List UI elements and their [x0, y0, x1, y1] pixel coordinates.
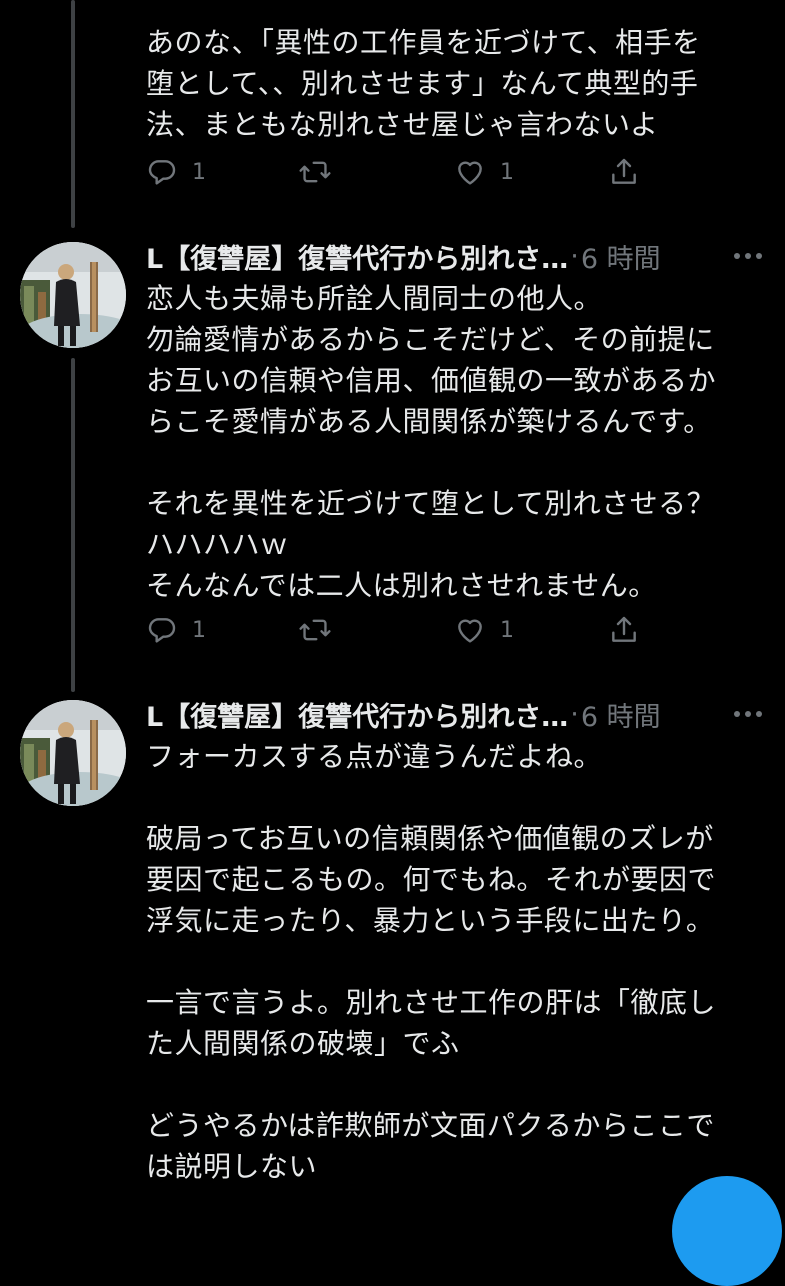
tweet-actions: 1 1	[146, 614, 646, 654]
share-button[interactable]	[608, 156, 640, 188]
compose-button[interactable]	[672, 1176, 782, 1286]
timestamp[interactable]: 6 時間	[581, 237, 661, 276]
tweet-text-line	[146, 442, 771, 483]
tweet-text-line: は説明しない	[146, 1150, 318, 1183]
tweet-1[interactable]: L【復讐屋】復讐代行から別れさ… · 6 時間 恋人も夫婦も所詮人間同士の他人。…	[0, 232, 785, 692]
tweet-text-line: 堕として、、別れさせます」なんて典型的手	[146, 67, 699, 100]
like-count: 1	[500, 617, 514, 643]
reply-button[interactable]: 1	[146, 156, 206, 188]
tweet-text-line: 一言で言うよ。別れさせ工作の肝は「徹底し	[146, 986, 717, 1019]
more-dots-icon[interactable]	[733, 252, 763, 260]
tweet-header: L【復讐屋】復讐代行から別れさ… · 6 時間	[146, 236, 763, 276]
more-dots-icon[interactable]	[733, 710, 763, 718]
avatar[interactable]	[20, 700, 126, 806]
tweet-text-line: それを異性を近づけて堕として別れさせる？	[146, 487, 716, 520]
tweet-text-line: ハハハハｗ	[146, 528, 289, 561]
tweet-header: L【復讐屋】復讐代行から別れさ… · 6 時間	[146, 694, 763, 734]
tweet-text-line: フォーカスする点が違うんだよね。	[146, 740, 603, 773]
separator: ·	[570, 698, 579, 730]
tweet-text-line: らこそ愛情がある人間関係が築けるんです。	[146, 405, 712, 438]
share-button[interactable]	[608, 614, 640, 646]
tweet-text: フォーカスする点が違うんだよね。 破局ってお互いの信頼関係や価値観のズレが 要因…	[146, 736, 771, 1187]
tweet-text-line	[146, 777, 771, 818]
reply-count: 1	[192, 617, 206, 643]
reply-button[interactable]: 1	[146, 614, 206, 646]
tweet-previous[interactable]: あのな、「異性の工作員を近づけて、相手を 堕として、、別れさせます」なんて典型的…	[0, 0, 785, 205]
tweet-text: 恋人も夫婦も所詮人間同士の他人。 勿論愛情があるからこそだけど、その前提に お互…	[146, 278, 771, 606]
like-button[interactable]: 1	[454, 156, 514, 188]
tweet-text-line: 浮気に走ったり、暴力という手段に出たり。	[146, 904, 715, 937]
timestamp[interactable]: 6 時間	[581, 695, 661, 734]
avatar[interactable]	[20, 242, 126, 348]
reply-icon	[146, 614, 178, 646]
separator: ·	[570, 240, 579, 272]
tweet-text-line	[146, 1064, 771, 1105]
retweet-button[interactable]	[298, 156, 332, 188]
retweet-icon	[298, 614, 332, 646]
tweet-text-line: 恋人も夫婦も所詮人間同士の他人。	[146, 282, 603, 315]
tweet-text: あのな、「異性の工作員を近づけて、相手を 堕として、、別れさせます」なんて典型的…	[146, 22, 771, 145]
retweet-button[interactable]	[298, 614, 332, 646]
heart-icon	[454, 156, 486, 188]
heart-icon	[454, 614, 486, 646]
tweet-text-line	[146, 941, 771, 982]
tweet-text-line: た人間関係の破壊」でふ	[146, 1027, 460, 1060]
like-button[interactable]: 1	[454, 614, 514, 646]
tweet-text-line: 法、まともな別れさせ屋じゃ言わないよ	[146, 108, 659, 141]
share-icon	[608, 614, 640, 646]
reply-count: 1	[192, 159, 206, 185]
tweet-text-line: 破局ってお互いの信頼関係や価値観のズレが	[146, 822, 714, 855]
tweet-text-line: そんなんでは二人は別れさせれません。	[146, 569, 657, 602]
reply-icon	[146, 156, 178, 188]
tweet-text-line: 勿論愛情があるからこそだけど、その前提に	[146, 323, 715, 356]
display-name[interactable]: L【復讐屋】復讐代行から別れさ…	[146, 237, 568, 276]
tweet-text-line: どうやるかは詐欺師が文面パクるからここで	[146, 1109, 715, 1142]
tweet-text-line: 要因で起こるもの。何でもね。それが要因で	[146, 863, 717, 896]
retweet-icon	[298, 156, 332, 188]
display-name[interactable]: L【復讐屋】復讐代行から別れさ…	[146, 695, 568, 734]
tweet-2[interactable]: L【復讐屋】復讐代行から別れさ… · 6 時間 フォーカスする点が違うんだよね。…	[0, 690, 785, 1200]
tweet-text-line: お互いの信頼や信用、価値観の一致があるか	[146, 364, 717, 397]
share-icon	[608, 156, 640, 188]
like-count: 1	[500, 159, 514, 185]
tweet-text-line: あのな、「異性の工作員を近づけて、相手を	[146, 26, 701, 59]
tweet-actions: 1 1	[146, 156, 646, 196]
